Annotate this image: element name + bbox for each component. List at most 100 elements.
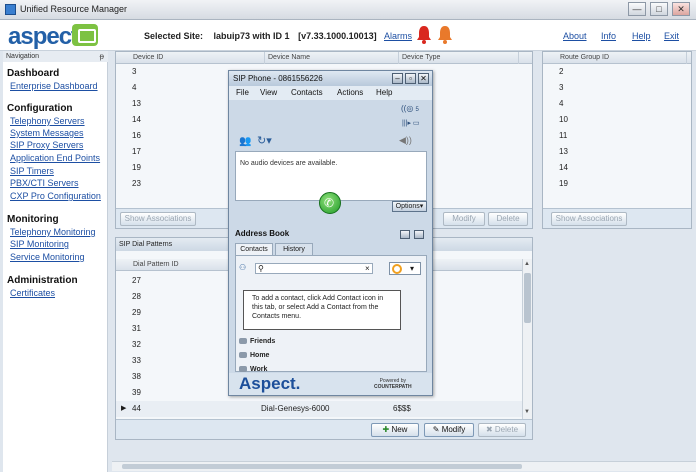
phone-minimize-button[interactable]: –	[392, 73, 403, 84]
nav-item-pbx-cti-servers[interactable]: PBX/CTI Servers	[10, 178, 79, 188]
table-row[interactable]: 32	[132, 337, 141, 353]
delete-button[interactable]: Delete	[488, 212, 528, 226]
contact-search-input[interactable]: ⚲ ×	[255, 263, 373, 274]
table-row[interactable]: 29	[132, 305, 141, 321]
nav-item-service-monitoring[interactable]: Service Monitoring	[10, 252, 85, 262]
options-button[interactable]: Options▾	[392, 201, 427, 212]
close-button[interactable]: ✕	[672, 2, 690, 16]
modify-button[interactable]: Modify	[443, 212, 485, 226]
selected-table-row[interactable]: ▶ 44 Dial-Genesys-6000 6$$$	[116, 401, 522, 417]
clear-search-icon[interactable]: ×	[365, 264, 370, 273]
table-row[interactable]: 13	[132, 96, 141, 112]
maximize-button[interactable]: □	[650, 2, 668, 16]
phone-menu-bar: File View Contacts Actions Help	[229, 86, 432, 100]
table-row[interactable]: 33	[132, 353, 141, 369]
show-associations-button[interactable]: Show Associations	[120, 212, 196, 226]
table-row[interactable]: 3	[132, 64, 136, 80]
new-button[interactable]: ✚ New	[371, 423, 419, 437]
nav-item-sip-proxy-servers[interactable]: SIP Proxy Servers	[10, 140, 83, 150]
nav-item-sip-timers[interactable]: SIP Timers	[10, 166, 54, 176]
table-row[interactable]: 11	[559, 128, 567, 144]
add-contact-hint: To add a contact, click Add Contact icon…	[243, 290, 401, 330]
alarms-link[interactable]: Alarms	[384, 31, 412, 41]
table-row[interactable]: 19	[559, 176, 568, 192]
call-button[interactable]: ✆	[319, 192, 341, 214]
aspect-brand-logo: Aspect.	[239, 374, 301, 393]
status-icon[interactable]: ((◎ 5	[401, 104, 419, 113]
pin-icon[interactable]: ᵽ	[100, 52, 104, 61]
table-row[interactable]: 16	[132, 128, 141, 144]
table-row[interactable]: 17	[132, 144, 141, 160]
nav-item-telephony-monitoring[interactable]: Telephony Monitoring	[10, 227, 96, 237]
presence-selector[interactable]: ▾	[389, 262, 421, 275]
signal-icon[interactable]: |||▸ ▭	[402, 119, 420, 127]
menu-contacts[interactable]: Contacts	[291, 88, 323, 97]
new-button-label: New	[391, 425, 408, 434]
minimize-button[interactable]: —	[628, 2, 646, 16]
table-row[interactable]: 27	[132, 273, 141, 289]
table-row[interactable]: 14	[559, 160, 568, 176]
redial-icon[interactable]: ↻▾	[257, 134, 272, 147]
nav-item-system-messages[interactable]: System Messages	[10, 128, 84, 138]
contacts-people-icon[interactable]: 👥	[239, 136, 251, 147]
help-link[interactable]: Help	[632, 31, 651, 41]
column-device-name[interactable]: Device Name	[265, 52, 399, 64]
group-friends: Friends	[239, 338, 275, 345]
table-row[interactable]: 39	[132, 385, 141, 401]
alarm-bell-icon-orange[interactable]	[437, 25, 453, 44]
nav-item-telephony-servers[interactable]: Telephony Servers	[10, 116, 85, 126]
tab-history[interactable]: History	[275, 243, 313, 255]
nav-item-certificates[interactable]: Certificates	[10, 288, 55, 298]
address-book-minimize[interactable]	[400, 230, 410, 239]
horizontal-scroll-thumb[interactable]	[122, 464, 522, 469]
table-row[interactable]: 3	[559, 80, 563, 96]
menu-actions[interactable]: Actions	[337, 88, 363, 97]
horizontal-scrollbar[interactable]	[112, 461, 696, 471]
column-route-group-id[interactable]: Route Group ID	[557, 52, 687, 64]
column-device-id[interactable]: Device ID	[130, 52, 265, 64]
navigation-panel: Navigation ᵽ Dashboard Enterprise Dashbo…	[3, 51, 108, 472]
add-contact-icon[interactable]: ⚇	[239, 263, 246, 272]
route-group-panel: Route Group ID 2 3 4 10 11 13 14 19 Show…	[542, 51, 692, 229]
table-row[interactable]: 4	[132, 80, 136, 96]
nav-item-application-end-points[interactable]: Application End Points	[10, 153, 100, 163]
scroll-thumb[interactable]	[524, 273, 531, 323]
table-row[interactable]: 23	[132, 176, 141, 192]
column-device-type[interactable]: Device Type	[399, 52, 519, 64]
dial-delete-button[interactable]: ✖ Delete	[478, 423, 526, 437]
table-row[interactable]: 4	[559, 96, 563, 112]
scroll-up-icon[interactable]: ▲	[524, 261, 530, 267]
table-row[interactable]: 19	[132, 160, 141, 176]
table-row[interactable]: 14	[132, 112, 141, 128]
table-row[interactable]: 13	[559, 144, 568, 160]
table-row[interactable]: 28	[132, 289, 141, 305]
chevron-down-icon: ▾	[410, 264, 415, 273]
menu-view[interactable]: View	[260, 88, 277, 97]
phone-restore-button[interactable]: ▫	[405, 73, 416, 84]
dial-modify-button[interactable]: ✎ Modify	[424, 423, 474, 437]
table-row[interactable]: 38	[132, 369, 141, 385]
phone-close-button[interactable]: ✕	[418, 73, 429, 84]
alarm-bell-icon-red[interactable]	[416, 25, 432, 44]
menu-file[interactable]: File	[236, 88, 249, 97]
route-show-associations-button[interactable]: Show Associations	[551, 212, 627, 226]
nav-item-sip-monitoring[interactable]: SIP Monitoring	[10, 239, 69, 249]
address-book-body: ⚇ ⚲ × ▾ To add a contact, click Add Cont…	[235, 255, 427, 373]
site-value: labuip73 with ID 1	[213, 31, 290, 41]
address-book-restore[interactable]	[414, 230, 424, 239]
menu-help[interactable]: Help	[376, 88, 392, 97]
scroll-down-icon[interactable]: ▼	[524, 409, 530, 415]
volume-icon[interactable]: ◀))	[399, 135, 412, 146]
table-row[interactable]: 31	[132, 321, 141, 337]
table-row[interactable]: 2	[559, 64, 563, 80]
exit-link[interactable]: Exit	[664, 31, 679, 41]
nav-item-enterprise-dashboard[interactable]: Enterprise Dashboard	[10, 81, 98, 91]
app-icon	[5, 4, 16, 15]
group-icon	[239, 338, 247, 345]
info-link[interactable]: Info	[601, 31, 616, 41]
table-row[interactable]: 10	[559, 112, 568, 128]
about-link[interactable]: About	[563, 31, 587, 41]
nav-item-cxp-pro-configuration[interactable]: CXP Pro Configuration	[10, 191, 101, 201]
tab-contacts[interactable]: Contacts	[235, 243, 273, 255]
dial-vertical-scrollbar[interactable]: ▲ ▼	[522, 259, 532, 419]
